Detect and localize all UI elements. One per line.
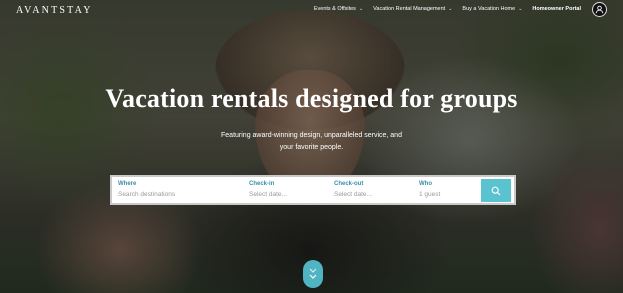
checkout-field[interactable]: Check-out Select date... [328,177,413,203]
nav-menu: Events & Offsites ⌄ Vacation Rental Mana… [314,6,581,12]
chevron-down-icon [309,274,317,279]
chevron-down-icon: ⌄ [448,6,453,12]
nav-item-events[interactable]: Events & Offsites ⌄ [314,6,363,12]
where-field[interactable]: Where Search destinations [112,177,243,203]
where-input[interactable]: Search destinations [118,191,243,198]
who-label: Who [419,181,432,187]
scroll-down-button[interactable] [303,260,323,288]
user-circle-icon [595,5,604,14]
top-nav: AVANTSTAY Events & Offsites ⌄ Vacation R… [0,0,623,22]
nav-item-label: Buy a Vacation Home [462,6,516,12]
search-button[interactable] [481,179,511,202]
checkin-field[interactable]: Check-in Select date... [243,177,328,203]
search-icon [491,186,501,195]
nav-item-homeowner-portal[interactable]: Homeowner Portal [532,6,581,12]
brand-logo[interactable]: AVANTSTAY [16,5,93,16]
nav-item-rental-management[interactable]: Vacation Rental Management ⌄ [373,6,452,12]
hero-subhead-line: your favorite people. [279,143,344,151]
search-bar: Where Search destinations Check-in Selec… [110,175,516,205]
who-field[interactable]: Who 1 guest [413,177,479,203]
account-button[interactable] [592,2,607,17]
nav-item-label: Events & Offsites [313,6,356,12]
checkin-input[interactable]: Select date... [249,191,328,198]
hero-subhead-line: Featuring award-winning design, unparall… [221,132,402,139]
checkin-label: Check-in [249,181,275,187]
checkout-input[interactable]: Select date... [334,191,413,198]
nav-item-buy-home[interactable]: Buy a Vacation Home ⌄ [462,6,522,12]
nav-item-label: Homeowner Portal [532,6,581,12]
guest-count[interactable]: 1 guest [419,191,479,198]
nav-item-label: Vacation Rental Management [373,6,446,12]
hero-headline: Vacation rentals designed for groups [105,84,518,113]
chevron-down-icon: ⌄ [358,6,364,12]
checkout-label: Check-out [334,181,364,187]
chevron-down-icon: ⌄ [518,6,523,12]
where-label: Where [118,181,137,187]
hero-subhead: Featuring award-winning design, unparall… [0,130,623,153]
